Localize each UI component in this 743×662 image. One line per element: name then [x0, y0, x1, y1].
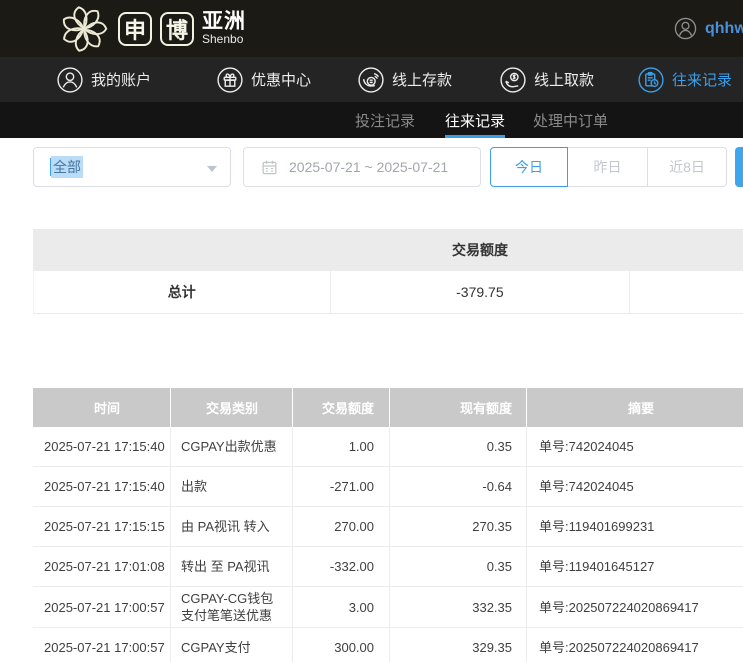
- table-row: 2025-07-21 17:15:15由 PA视讯 转入270.00270.35…: [33, 507, 743, 547]
- user-avatar-icon: [674, 17, 697, 40]
- table-cell: 300.00: [293, 628, 390, 662]
- brand-logo[interactable]: 申 博 亚洲 Shenbo: [58, 2, 246, 55]
- summary-table: 交易额度 总计 -379.75: [33, 229, 743, 314]
- nav-item-label: 优惠中心: [251, 69, 311, 90]
- table-cell: 出款: [171, 467, 293, 506]
- date-range-value: 2025-07-21 ~ 2025-07-21: [289, 159, 448, 175]
- table-cell: 2025-07-21 17:00:57: [33, 587, 171, 627]
- summary-total-row: 总计 -379.75: [33, 271, 743, 314]
- yesterday-button[interactable]: 昨日: [568, 147, 648, 187]
- date-range-input[interactable]: 2025-07-21 ~ 2025-07-21: [243, 147, 481, 187]
- column-header-time: 时间: [33, 388, 171, 427]
- summary-header-spacer: [630, 229, 743, 271]
- tab-bet-records[interactable]: 投注记录: [355, 102, 415, 138]
- table-cell: CGPAY-CG钱包支付笔笔送优惠: [171, 587, 293, 627]
- table-row: 2025-07-21 17:01:08转出 至 PA视讯-332.000.35单…: [33, 547, 743, 587]
- nav-item-label: 往来记录: [672, 69, 732, 90]
- transactions-tbody: 2025-07-21 17:15:40CGPAY出款优惠1.000.35单号:7…: [33, 427, 743, 662]
- chevron-down-icon: [207, 166, 217, 172]
- table-cell: 单号:202507224020869417: [527, 587, 743, 627]
- logo-region-text: 亚洲: [202, 11, 246, 33]
- gift-circle-icon: [217, 67, 243, 93]
- table-cell: -0.64: [390, 467, 527, 506]
- table-cell: 2025-07-21 17:15:40: [33, 467, 171, 506]
- today-button[interactable]: 今日: [490, 147, 568, 187]
- table-cell: 270.35: [390, 507, 527, 546]
- table-row: 2025-07-21 17:15:40出款-271.00-0.64单号:7420…: [33, 467, 743, 507]
- column-header-amount: 交易额度: [293, 388, 390, 427]
- tab-transfer-records[interactable]: 往来记录: [445, 102, 505, 138]
- summary-total-label: 总计: [34, 271, 331, 313]
- search-button[interactable]: [735, 147, 743, 187]
- table-cell: 1.00: [293, 427, 390, 466]
- page: 申 博 亚洲 Shenbo qhhw 我的账户: [0, 0, 743, 662]
- table-cell: 由 PA视讯 转入: [171, 507, 293, 546]
- logo-box-shen: 申: [118, 12, 152, 46]
- hand-coin-icon: [358, 67, 384, 93]
- hand-dollar-icon: [500, 67, 526, 93]
- table-cell: 单号:119401645127: [527, 547, 743, 586]
- user-account[interactable]: qhhw: [674, 0, 743, 57]
- nav-item-label: 线上取款: [534, 69, 594, 90]
- column-header-type: 交易类别: [171, 388, 293, 427]
- table-cell: CGPAY出款优惠: [171, 427, 293, 466]
- table-row: 2025-07-21 17:15:40CGPAY出款优惠1.000.35单号:7…: [33, 427, 743, 467]
- username: qhhw: [705, 20, 743, 38]
- calendar-icon: [261, 159, 278, 176]
- table-cell: 2025-07-21 17:00:57: [33, 628, 171, 662]
- column-header-balance: 现有额度: [390, 388, 527, 427]
- user-circle-icon: [57, 67, 83, 93]
- type-select[interactable]: 全部: [33, 147, 231, 187]
- main-nav: 我的账户 优惠中心 线上存款: [0, 57, 743, 102]
- nav-item-label: 线上存款: [392, 69, 452, 90]
- transactions-table: 时间 交易类别 交易额度 现有额度 摘要 2025-07-21 17:15:40…: [33, 388, 743, 662]
- type-select-value: 全部: [51, 156, 83, 178]
- table-cell: 单号:119401699231: [527, 507, 743, 546]
- nav-item-my-account[interactable]: 我的账户: [57, 57, 151, 102]
- table-cell: 2025-07-21 17:01:08: [33, 547, 171, 586]
- sub-nav: 投注记录 往来记录 处理中订单: [0, 102, 743, 138]
- last-8-days-button[interactable]: 近8日: [648, 147, 727, 187]
- nav-item-deposit[interactable]: 线上存款: [358, 57, 452, 102]
- clipboard-clock-icon: [638, 67, 664, 93]
- quick-date-button-group: 今日 昨日 近8日: [490, 147, 727, 187]
- summary-header-spacer: [33, 229, 330, 271]
- table-cell: 转出 至 PA视讯: [171, 547, 293, 586]
- table-cell: -332.00: [293, 547, 390, 586]
- topbar: 申 博 亚洲 Shenbo qhhw: [0, 0, 743, 57]
- table-cell: 2025-07-21 17:15:15: [33, 507, 171, 546]
- summary-total-value: -379.75: [331, 271, 631, 313]
- tab-label: 处理中订单: [533, 110, 608, 131]
- table-cell: 332.35: [390, 587, 527, 627]
- logo-box-bo: 博: [160, 12, 194, 46]
- table-cell: 270.00: [293, 507, 390, 546]
- nav-item-promotions[interactable]: 优惠中心: [217, 57, 311, 102]
- nav-item-withdrawal[interactable]: 线上取款: [500, 57, 594, 102]
- table-cell: 2025-07-21 17:15:40: [33, 427, 171, 466]
- nav-item-records[interactable]: 往来记录: [638, 57, 732, 102]
- summary-empty-cell: [630, 271, 743, 313]
- table-cell: 329.35: [390, 628, 527, 662]
- table-cell: 单号:202507224020869417: [527, 628, 743, 662]
- tab-pending-orders[interactable]: 处理中订单: [533, 102, 608, 138]
- tab-label: 投注记录: [355, 110, 415, 131]
- table-cell: 0.35: [390, 427, 527, 466]
- logo-wordmark: 亚洲 Shenbo: [202, 11, 246, 46]
- table-header-row: 时间 交易类别 交易额度 现有额度 摘要: [33, 388, 743, 427]
- nav-item-label: 我的账户: [91, 69, 151, 90]
- table-cell: CGPAY支付: [171, 628, 293, 662]
- logo-sub-text: Shenbo: [202, 33, 246, 46]
- table-cell: -271.00: [293, 467, 390, 506]
- table-cell: 单号:742024045: [527, 427, 743, 466]
- table-cell: 0.35: [390, 547, 527, 586]
- table-cell: 3.00: [293, 587, 390, 627]
- tab-label: 往来记录: [445, 110, 505, 131]
- summary-header-row: 交易额度: [33, 229, 743, 271]
- table-row: 2025-07-21 17:00:57CGPAY支付300.00329.35单号…: [33, 628, 743, 662]
- summary-header-amount: 交易额度: [330, 229, 630, 271]
- table-cell: 单号:742024045: [527, 467, 743, 506]
- table-row: 2025-07-21 17:00:57CGPAY-CG钱包支付笔笔送优惠3.00…: [33, 587, 743, 628]
- lotus-flower-icon: [58, 3, 110, 55]
- column-header-remark: 摘要: [527, 388, 743, 427]
